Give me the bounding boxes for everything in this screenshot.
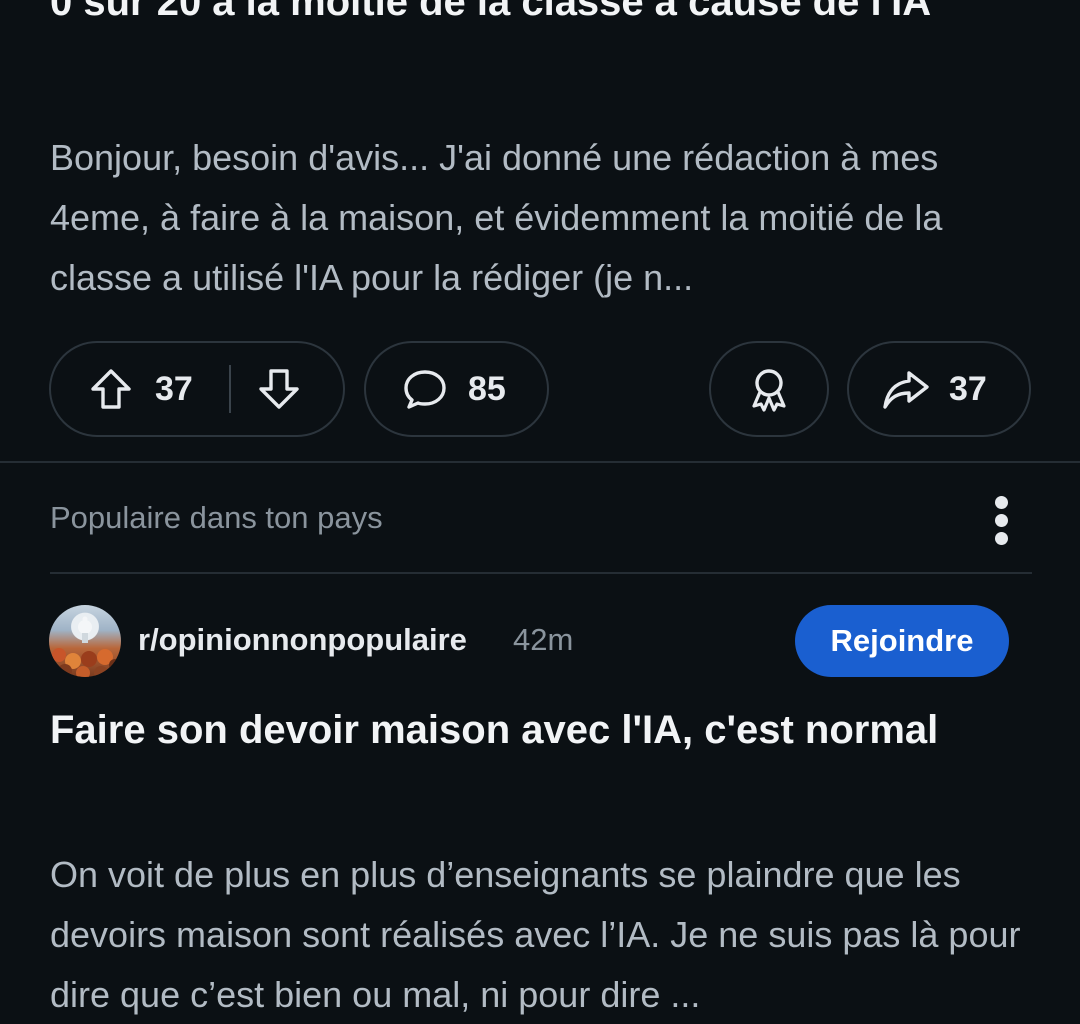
comment-icon: [402, 367, 448, 411]
share-count: 37: [949, 369, 987, 408]
vote-separator: [229, 365, 231, 413]
share-button[interactable]: 37: [847, 341, 1031, 437]
vote-control: 37: [49, 341, 345, 437]
post-body-preview[interactable]: Bonjour, besoin d'avis... J'ai donné une…: [50, 128, 1030, 308]
share-icon: [881, 367, 931, 411]
comment-count: 85: [468, 369, 506, 408]
feed: 0 sur 20 à la moitié de la classe à caus…: [0, 0, 1080, 1024]
subreddit-name[interactable]: r/opinionnonpopulaire: [138, 622, 467, 658]
post-title[interactable]: Faire son devoir maison avec l'IA, c'est…: [50, 700, 1030, 760]
section-divider: [50, 572, 1032, 574]
award-icon: [746, 366, 792, 412]
post-actions: 37 85 37: [0, 341, 1080, 437]
award-button[interactable]: [709, 341, 829, 437]
upvote-icon[interactable]: [89, 367, 133, 411]
upvote-count: 37: [155, 369, 193, 408]
post-body-preview[interactable]: On voit de plus en plus d’enseignants se…: [50, 845, 1040, 1024]
downvote-icon[interactable]: [257, 367, 301, 411]
subreddit-avatar[interactable]: [49, 605, 121, 677]
join-button[interactable]: Rejoindre: [795, 605, 1009, 677]
more-options-icon[interactable]: [988, 492, 1016, 548]
section-label: Populaire dans ton pays: [50, 500, 383, 535]
post-title[interactable]: 0 sur 20 à la moitié de la classe à caus…: [50, 0, 1030, 30]
comments-button[interactable]: 85: [364, 341, 549, 437]
post-time: 42m: [513, 622, 574, 657]
post-divider: [0, 461, 1080, 463]
